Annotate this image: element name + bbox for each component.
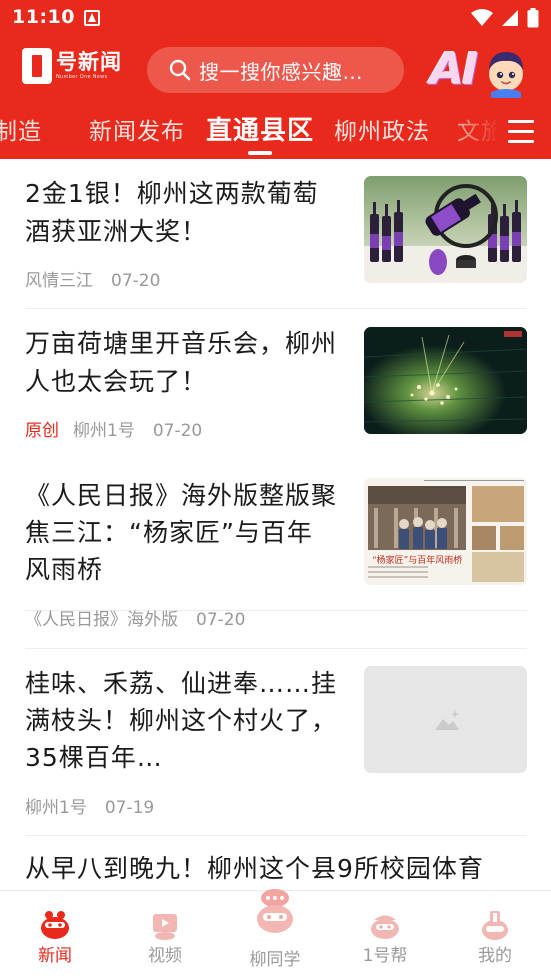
newspaper-headline: “杨家匠”与百年风雨桥 (372, 556, 463, 566)
news-title: 桂味、禾荔、仙进奉……挂满枝头！柳州这个村火了，35棵百年… (25, 669, 338, 772)
nav-profile-label: 我的 (478, 946, 512, 966)
nav-help-label: 1号帮 (362, 946, 408, 966)
top-bar: 号新闻 Number One News 搜一搜你感兴趣… AI (0, 40, 551, 102)
notification-icon (84, 10, 100, 26)
nav-video-label: 视频 (148, 946, 182, 966)
news-title: 2金1银！柳州这两款葡萄酒获亚洲大奖！ (25, 179, 319, 246)
tab-liuzhou-law[interactable]: 柳州政法 (334, 112, 430, 146)
logo-mark-icon (22, 48, 52, 84)
menu-icon[interactable] (496, 104, 551, 159)
video-mascot-icon (153, 914, 177, 940)
news-date: 07-20 (152, 421, 203, 441)
night-concert-photo (364, 327, 527, 434)
nav-assistant-label: 柳同学 (249, 950, 301, 970)
profile-mascot-icon (482, 911, 508, 940)
logo-title: 号新闻 (56, 50, 122, 74)
news-thumbnail[interactable] (364, 176, 527, 283)
status-bar: 11:10 (0, 0, 551, 36)
search-bar[interactable]: 搜一搜你感兴趣… (147, 47, 404, 93)
news-date: 07-19 (104, 798, 155, 818)
battery-icon (527, 8, 539, 28)
wine-bottles-photo (364, 176, 527, 283)
news-source: 柳州1号 (73, 421, 135, 441)
original-badge: 原创 (25, 421, 59, 441)
nav-help[interactable]: 1号帮 (330, 891, 440, 979)
status-time: 11:10 (12, 6, 75, 28)
news-list: 2金1银！柳州这两款葡萄酒获亚洲大奖！ 风情三江 07-20 万亩荷塘里开音乐会… (0, 159, 551, 890)
signal-icon (502, 10, 518, 26)
news-thumbnail[interactable] (364, 327, 527, 434)
wifi-icon (471, 9, 493, 26)
news-date: 07-20 (111, 271, 161, 291)
news-source: 《人民日报》海外版 (25, 610, 178, 630)
search-placeholder: 搜一搜你感兴趣… (199, 59, 363, 84)
search-icon (169, 59, 191, 81)
ai-label: AI (430, 44, 478, 95)
logo-subtitle: Number One News (56, 74, 108, 80)
news-source: 柳州1号 (25, 798, 87, 818)
bottom-navigation: 新闻 视频 柳同学 1号帮 我的 (0, 889, 551, 979)
newspaper-page-photo (364, 478, 527, 585)
news-meta: 原创 柳州1号 07-20 (25, 416, 202, 441)
tab-manufacturing[interactable]: 制造 (0, 112, 42, 146)
news-source: 风情三江 (25, 271, 93, 291)
ai-avatar-icon (489, 52, 523, 98)
news-thumbnail[interactable] (364, 666, 527, 773)
news-meta: 柳州1号 07-19 (25, 793, 154, 818)
help-mascot-icon (371, 915, 399, 939)
app-logo[interactable]: 号新闻 Number One News (22, 48, 122, 84)
tab-county-direct[interactable]: 直通县区 (206, 110, 314, 147)
nav-assistant[interactable]: 柳同学 (220, 889, 330, 979)
news-date: 07-20 (196, 610, 246, 630)
nav-profile[interactable]: 我的 (440, 891, 550, 979)
news-title: 《人民日报》海外版整版聚焦三江：“杨家匠”与百年风雨桥 (25, 481, 338, 584)
news-mascot-icon (41, 911, 69, 939)
image-placeholder-icon (435, 710, 459, 730)
news-meta: 风情三江 07-20 (25, 266, 160, 291)
news-title: 万亩荷塘里开音乐会，柳州人也太会玩了！ (25, 329, 338, 396)
tab-news-release[interactable]: 新闻发布 (89, 112, 185, 146)
nav-news[interactable]: 新闻 (0, 891, 110, 979)
ai-assistant-button[interactable]: AI (428, 42, 538, 100)
category-tabs: 制造 新闻发布 直通县区 柳州政法 文旅 (0, 104, 551, 159)
news-title: 从早八到晚九！柳州这个县9所校园体育 (25, 854, 484, 883)
assistant-mascot-icon (257, 889, 293, 933)
news-meta: 《人民日报》海外版 07-20 (25, 605, 245, 630)
nav-video[interactable]: 视频 (110, 891, 220, 979)
app-header: 11:10 号新闻 Number One News 搜一搜你感兴趣… AI 制造… (0, 0, 551, 159)
active-tab-indicator (248, 151, 272, 155)
news-thumbnail[interactable]: “杨家匠”与百年风雨桥 (364, 478, 527, 585)
nav-news-label: 新闻 (38, 946, 72, 966)
status-icons (471, 8, 539, 28)
